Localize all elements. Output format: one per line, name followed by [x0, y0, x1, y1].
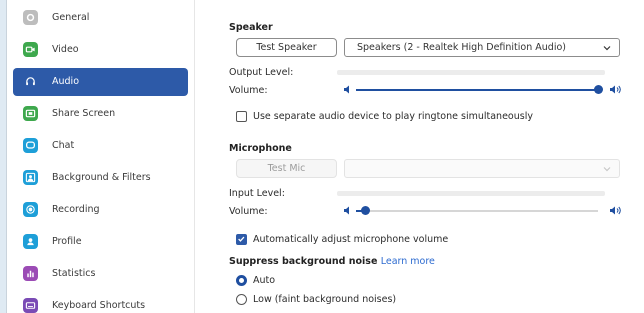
- sidebar-item-label: Share Screen: [52, 108, 116, 120]
- settings-sidebar: General Video Audio Share Screen Chat Ba…: [7, 0, 195, 313]
- sidebar-item-label: Recording: [52, 204, 100, 216]
- sidebar-item-share-screen[interactable]: Share Screen: [13, 100, 188, 128]
- keyboard-icon: [23, 298, 38, 313]
- speaker-volume-fill: [356, 89, 598, 91]
- sidebar-item-background-filters[interactable]: Background & Filters: [13, 164, 188, 192]
- sidebar-item-recording[interactable]: Recording: [13, 196, 188, 224]
- speaker-volume-label: Volume:: [229, 85, 268, 96]
- sidebar-item-label: Keyboard Shortcuts: [52, 300, 146, 312]
- sidebar-item-label: Video: [52, 44, 79, 56]
- auto-adjust-mic-checkbox[interactable]: [236, 234, 247, 245]
- input-level-label: Input Level:: [229, 188, 285, 199]
- record-icon: [23, 202, 38, 218]
- speaker-volume-slider[interactable]: [593, 85, 603, 94]
- speaker-device-value: Speakers (2 - Realtek High Definition Au…: [357, 42, 566, 53]
- noise-low-radio[interactable]: [236, 294, 247, 305]
- sidebar-item-label: Statistics: [52, 268, 96, 280]
- sidebar-item-profile[interactable]: Profile: [13, 228, 188, 256]
- gear-icon: [23, 10, 38, 26]
- input-level-meter: [337, 191, 605, 196]
- noise-auto-label: Auto: [253, 275, 276, 286]
- sidebar-item-audio[interactable]: Audio: [13, 68, 188, 96]
- checkmark-icon: [238, 236, 245, 242]
- sidebar-item-general[interactable]: General: [13, 4, 188, 32]
- headphones-icon: [23, 74, 38, 89]
- speaker-section-title: Speaker: [229, 22, 273, 33]
- learn-more-link[interactable]: Learn more: [381, 256, 435, 267]
- profile-icon: [23, 234, 38, 250]
- sidebar-item-video[interactable]: Video: [13, 36, 188, 64]
- test-mic-button[interactable]: Test Mic: [236, 159, 337, 178]
- volume-low-icon: [344, 206, 349, 215]
- output-level-meter: [337, 70, 605, 75]
- sidebar-item-statistics[interactable]: Statistics: [13, 260, 188, 288]
- noise-auto-radio[interactable]: [236, 275, 247, 286]
- sidebar-item-label: Audio: [52, 76, 80, 88]
- chevron-down-icon: [603, 46, 611, 51]
- output-level-label: Output Level:: [229, 67, 294, 78]
- sidebar-item-label: General: [52, 12, 90, 24]
- microphone-section-title: Microphone: [229, 143, 292, 154]
- person-background-icon: [23, 170, 38, 186]
- sidebar-item-label: Profile: [52, 236, 82, 248]
- chat-bubble-icon: [23, 138, 38, 154]
- sidebar-item-label: Chat: [52, 140, 75, 152]
- volume-high-icon: [610, 85, 621, 94]
- separate-ringtone-label: Use separate audio device to play ringto…: [253, 111, 533, 122]
- volume-high-icon: [610, 206, 621, 215]
- noise-suppression-title: Suppress background noise Learn more: [229, 256, 435, 267]
- microphone-volume-label: Volume:: [229, 206, 268, 217]
- separate-ringtone-checkbox[interactable]: [236, 111, 247, 122]
- volume-low-icon: [344, 85, 349, 94]
- share-screen-icon: [23, 106, 38, 122]
- noise-suppression-heading: Suppress background noise: [229, 256, 378, 267]
- speaker-device-select[interactable]: Speakers (2 - Realtek High Definition Au…: [344, 38, 620, 57]
- auto-adjust-mic-label: Automatically adjust microphone volume: [253, 234, 449, 245]
- microphone-volume-track: [356, 210, 598, 212]
- sidebar-item-keyboard-shortcuts[interactable]: Keyboard Shortcuts: [13, 292, 188, 313]
- sidebar-item-label: Background & Filters: [52, 172, 151, 184]
- sidebar-item-chat[interactable]: Chat: [13, 132, 188, 160]
- microphone-device-select[interactable]: [344, 159, 620, 178]
- video-camera-icon: [23, 42, 38, 58]
- chevron-down-icon: [603, 167, 611, 172]
- test-speaker-button[interactable]: Test Speaker: [236, 38, 337, 57]
- bar-chart-icon: [23, 266, 38, 282]
- noise-low-label: Low (faint background noises): [253, 294, 397, 305]
